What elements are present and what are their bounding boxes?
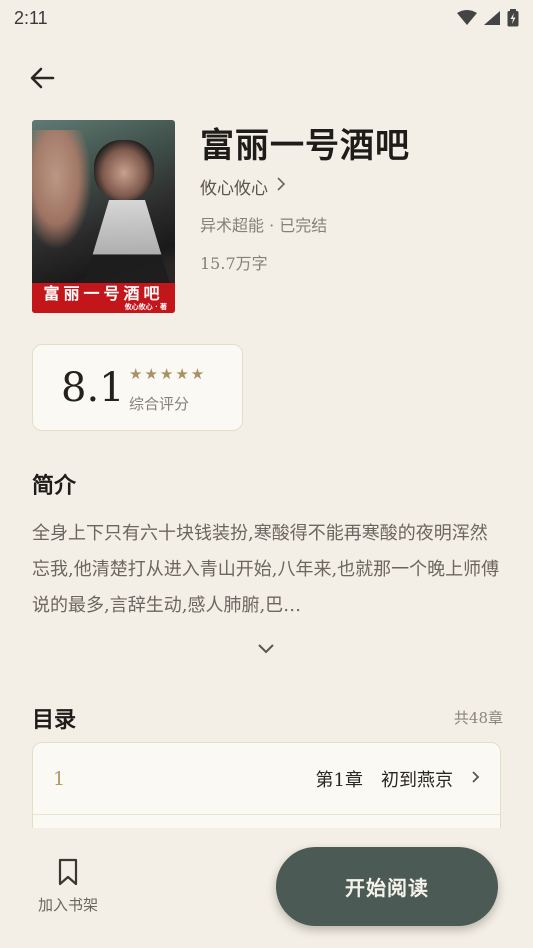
intro-text: 全身上下只有六十块钱装扮,寒酸得不能再寒酸的夜明浑然忘我,他清楚打从进入青山开始… bbox=[32, 523, 500, 616]
battery-icon bbox=[507, 9, 519, 27]
wifi-icon bbox=[457, 10, 477, 25]
toc-row[interactable]: 1 第1章 初到燕京 bbox=[33, 743, 500, 815]
rating-label: 综合评分 bbox=[129, 395, 190, 413]
cover-banner: 富丽一号酒吧 攸心攸心 · 著 bbox=[32, 283, 175, 313]
start-reading-button[interactable]: 开始阅读 bbox=[276, 847, 498, 926]
bottom-bar: 加入书架 开始阅读 bbox=[0, 828, 533, 948]
status-bar: 2:11 bbox=[0, 0, 533, 36]
book-cover[interactable]: 富丽一号酒吧 攸心攸心 · 著 bbox=[32, 120, 175, 313]
add-to-shelf-button[interactable]: 加入书架 bbox=[30, 858, 106, 915]
back-button[interactable] bbox=[24, 60, 60, 96]
star-rating-icon: ★★★★★ bbox=[129, 365, 207, 383]
bookmark-icon bbox=[58, 858, 78, 886]
intro-heading: 简介 bbox=[32, 473, 77, 499]
category-status: 异术超能 · 已完结 bbox=[200, 216, 328, 235]
chapter-count: 共48章 bbox=[453, 709, 503, 727]
author-name: 攸心攸心 bbox=[200, 179, 268, 199]
chevron-down-icon bbox=[258, 644, 274, 654]
book-title: 富丽一号酒吧 bbox=[200, 126, 410, 166]
rating-score: 8.1 bbox=[61, 365, 125, 411]
arrow-left-icon bbox=[30, 67, 55, 89]
add-to-shelf-label: 加入书架 bbox=[37, 896, 98, 914]
chapter-number: 1 bbox=[53, 767, 66, 790]
chapter-name: 第1章 初到燕京 bbox=[315, 769, 453, 791]
rating-card: 8.1 ★★★★★ 综合评分 bbox=[32, 344, 243, 431]
author-link[interactable]: 攸心攸心 bbox=[200, 174, 286, 199]
word-count: 15.7万字 bbox=[200, 254, 268, 273]
toc-heading: 目录 bbox=[32, 707, 77, 733]
signal-icon bbox=[484, 11, 500, 25]
chevron-right-icon bbox=[471, 768, 480, 789]
cover-author: 攸心攸心 · 著 bbox=[124, 301, 167, 311]
expand-intro-button[interactable] bbox=[252, 636, 280, 660]
cover-title: 富丽一号酒吧 bbox=[43, 283, 164, 303]
status-icons bbox=[457, 9, 519, 27]
status-time: 2:11 bbox=[14, 7, 48, 28]
chevron-right-icon bbox=[276, 176, 286, 197]
